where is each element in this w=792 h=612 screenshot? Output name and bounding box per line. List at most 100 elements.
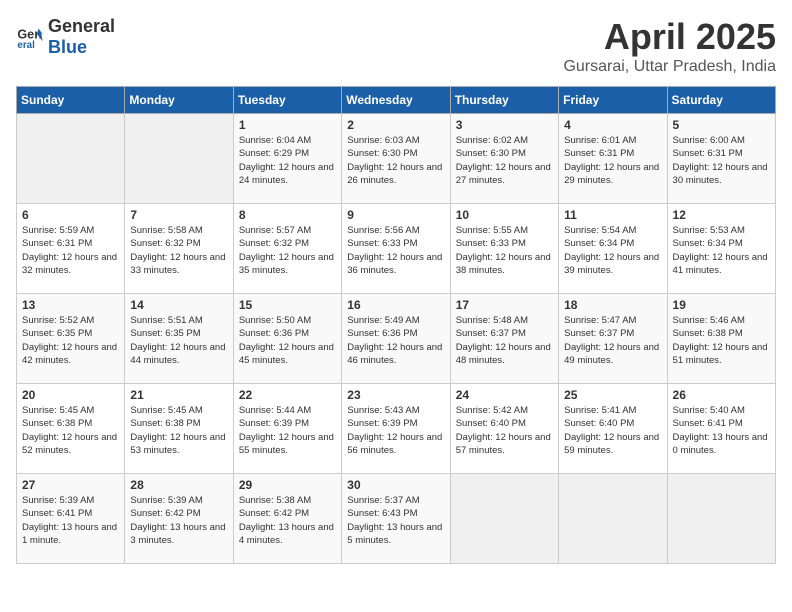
daylight-text: Daylight: 12 hours and 33 minutes. — [130, 252, 225, 276]
week-row-3: 13 Sunrise: 5:52 AM Sunset: 6:35 PM Dayl… — [17, 294, 776, 384]
day-number: 30 — [347, 478, 444, 492]
sunrise-text: Sunrise: 5:43 AM — [347, 405, 419, 416]
week-row-1: 1 Sunrise: 6:04 AM Sunset: 6:29 PM Dayli… — [17, 114, 776, 204]
day-cell: 9 Sunrise: 5:56 AM Sunset: 6:33 PM Dayli… — [342, 204, 450, 294]
sunrise-text: Sunrise: 5:56 AM — [347, 225, 419, 236]
svg-text:eral: eral — [17, 40, 35, 51]
day-cell: 12 Sunrise: 5:53 AM Sunset: 6:34 PM Dayl… — [667, 204, 775, 294]
day-cell — [450, 474, 558, 564]
day-cell: 21 Sunrise: 5:45 AM Sunset: 6:38 PM Dayl… — [125, 384, 233, 474]
day-cell: 6 Sunrise: 5:59 AM Sunset: 6:31 PM Dayli… — [17, 204, 125, 294]
sunset-text: Sunset: 6:38 PM — [22, 418, 92, 429]
header-row: SundayMondayTuesdayWednesdayThursdayFrid… — [17, 87, 776, 114]
day-number: 14 — [130, 298, 227, 312]
sunrise-text: Sunrise: 6:04 AM — [239, 135, 311, 146]
sunset-text: Sunset: 6:43 PM — [347, 508, 417, 519]
day-cell: 20 Sunrise: 5:45 AM Sunset: 6:38 PM Dayl… — [17, 384, 125, 474]
daylight-text: Daylight: 13 hours and 0 minutes. — [673, 432, 768, 456]
day-info: Sunrise: 5:41 AM Sunset: 6:40 PM Dayligh… — [564, 404, 661, 457]
daylight-text: Daylight: 13 hours and 4 minutes. — [239, 522, 334, 546]
sunset-text: Sunset: 6:38 PM — [673, 328, 743, 339]
weekday-header-sunday: Sunday — [17, 87, 125, 114]
sunrise-text: Sunrise: 5:59 AM — [22, 225, 94, 236]
daylight-text: Daylight: 12 hours and 42 minutes. — [22, 342, 117, 366]
sunset-text: Sunset: 6:39 PM — [347, 418, 417, 429]
sunrise-text: Sunrise: 5:38 AM — [239, 495, 311, 506]
week-row-2: 6 Sunrise: 5:59 AM Sunset: 6:31 PM Dayli… — [17, 204, 776, 294]
day-cell: 19 Sunrise: 5:46 AM Sunset: 6:38 PM Dayl… — [667, 294, 775, 384]
day-cell — [17, 114, 125, 204]
sunrise-text: Sunrise: 5:48 AM — [456, 315, 528, 326]
day-number: 13 — [22, 298, 119, 312]
daylight-text: Daylight: 12 hours and 48 minutes. — [456, 342, 551, 366]
sunset-text: Sunset: 6:36 PM — [347, 328, 417, 339]
sunrise-text: Sunrise: 5:50 AM — [239, 315, 311, 326]
day-number: 25 — [564, 388, 661, 402]
daylight-text: Daylight: 12 hours and 32 minutes. — [22, 252, 117, 276]
daylight-text: Daylight: 12 hours and 27 minutes. — [456, 162, 551, 186]
day-number: 29 — [239, 478, 336, 492]
day-cell: 11 Sunrise: 5:54 AM Sunset: 6:34 PM Dayl… — [559, 204, 667, 294]
title-area: April 2025 Gursarai, Uttar Pradesh, Indi… — [563, 16, 776, 76]
daylight-text: Daylight: 12 hours and 36 minutes. — [347, 252, 442, 276]
sunset-text: Sunset: 6:35 PM — [22, 328, 92, 339]
calendar-table: SundayMondayTuesdayWednesdayThursdayFrid… — [16, 86, 776, 564]
day-info: Sunrise: 5:55 AM Sunset: 6:33 PM Dayligh… — [456, 224, 553, 277]
weekday-header-tuesday: Tuesday — [233, 87, 341, 114]
day-cell: 13 Sunrise: 5:52 AM Sunset: 6:35 PM Dayl… — [17, 294, 125, 384]
day-cell: 4 Sunrise: 6:01 AM Sunset: 6:31 PM Dayli… — [559, 114, 667, 204]
daylight-text: Daylight: 13 hours and 3 minutes. — [130, 522, 225, 546]
day-cell: 28 Sunrise: 5:39 AM Sunset: 6:42 PM Dayl… — [125, 474, 233, 564]
day-number: 7 — [130, 208, 227, 222]
day-cell: 22 Sunrise: 5:44 AM Sunset: 6:39 PM Dayl… — [233, 384, 341, 474]
daylight-text: Daylight: 12 hours and 51 minutes. — [673, 342, 768, 366]
day-number: 28 — [130, 478, 227, 492]
sunrise-text: Sunrise: 5:49 AM — [347, 315, 419, 326]
day-number: 26 — [673, 388, 770, 402]
day-cell: 23 Sunrise: 5:43 AM Sunset: 6:39 PM Dayl… — [342, 384, 450, 474]
daylight-text: Daylight: 12 hours and 30 minutes. — [673, 162, 768, 186]
daylight-text: Daylight: 12 hours and 44 minutes. — [130, 342, 225, 366]
day-info: Sunrise: 5:46 AM Sunset: 6:38 PM Dayligh… — [673, 314, 770, 367]
day-info: Sunrise: 5:53 AM Sunset: 6:34 PM Dayligh… — [673, 224, 770, 277]
daylight-text: Daylight: 12 hours and 49 minutes. — [564, 342, 659, 366]
sunset-text: Sunset: 6:39 PM — [239, 418, 309, 429]
daylight-text: Daylight: 13 hours and 1 minute. — [22, 522, 117, 546]
logo: Gen eral General Blue — [16, 16, 115, 58]
day-info: Sunrise: 5:47 AM Sunset: 6:37 PM Dayligh… — [564, 314, 661, 367]
day-cell: 2 Sunrise: 6:03 AM Sunset: 6:30 PM Dayli… — [342, 114, 450, 204]
logo-blue: Blue — [48, 37, 87, 57]
day-number: 12 — [673, 208, 770, 222]
day-info: Sunrise: 5:39 AM Sunset: 6:42 PM Dayligh… — [130, 494, 227, 547]
sunset-text: Sunset: 6:40 PM — [564, 418, 634, 429]
page-header: Gen eral General Blue April 2025 Gursara… — [16, 16, 776, 76]
sunset-text: Sunset: 6:32 PM — [130, 238, 200, 249]
day-info: Sunrise: 6:00 AM Sunset: 6:31 PM Dayligh… — [673, 134, 770, 187]
sunrise-text: Sunrise: 6:00 AM — [673, 135, 745, 146]
daylight-text: Daylight: 12 hours and 38 minutes. — [456, 252, 551, 276]
sunrise-text: Sunrise: 5:46 AM — [673, 315, 745, 326]
daylight-text: Daylight: 12 hours and 45 minutes. — [239, 342, 334, 366]
month-title: April 2025 — [563, 16, 776, 58]
sunrise-text: Sunrise: 5:53 AM — [673, 225, 745, 236]
day-number: 24 — [456, 388, 553, 402]
sunrise-text: Sunrise: 5:39 AM — [130, 495, 202, 506]
sunrise-text: Sunrise: 5:40 AM — [673, 405, 745, 416]
day-info: Sunrise: 5:50 AM Sunset: 6:36 PM Dayligh… — [239, 314, 336, 367]
sunset-text: Sunset: 6:42 PM — [130, 508, 200, 519]
daylight-text: Daylight: 12 hours and 41 minutes. — [673, 252, 768, 276]
weekday-header-monday: Monday — [125, 87, 233, 114]
sunrise-text: Sunrise: 5:45 AM — [22, 405, 94, 416]
day-cell: 30 Sunrise: 5:37 AM Sunset: 6:43 PM Dayl… — [342, 474, 450, 564]
day-info: Sunrise: 5:51 AM Sunset: 6:35 PM Dayligh… — [130, 314, 227, 367]
sunset-text: Sunset: 6:33 PM — [456, 238, 526, 249]
day-info: Sunrise: 5:48 AM Sunset: 6:37 PM Dayligh… — [456, 314, 553, 367]
sunset-text: Sunset: 6:35 PM — [130, 328, 200, 339]
day-cell: 16 Sunrise: 5:49 AM Sunset: 6:36 PM Dayl… — [342, 294, 450, 384]
week-row-5: 27 Sunrise: 5:39 AM Sunset: 6:41 PM Dayl… — [17, 474, 776, 564]
sunset-text: Sunset: 6:40 PM — [456, 418, 526, 429]
day-cell: 7 Sunrise: 5:58 AM Sunset: 6:32 PM Dayli… — [125, 204, 233, 294]
sunset-text: Sunset: 6:37 PM — [456, 328, 526, 339]
day-number: 3 — [456, 118, 553, 132]
day-cell: 25 Sunrise: 5:41 AM Sunset: 6:40 PM Dayl… — [559, 384, 667, 474]
